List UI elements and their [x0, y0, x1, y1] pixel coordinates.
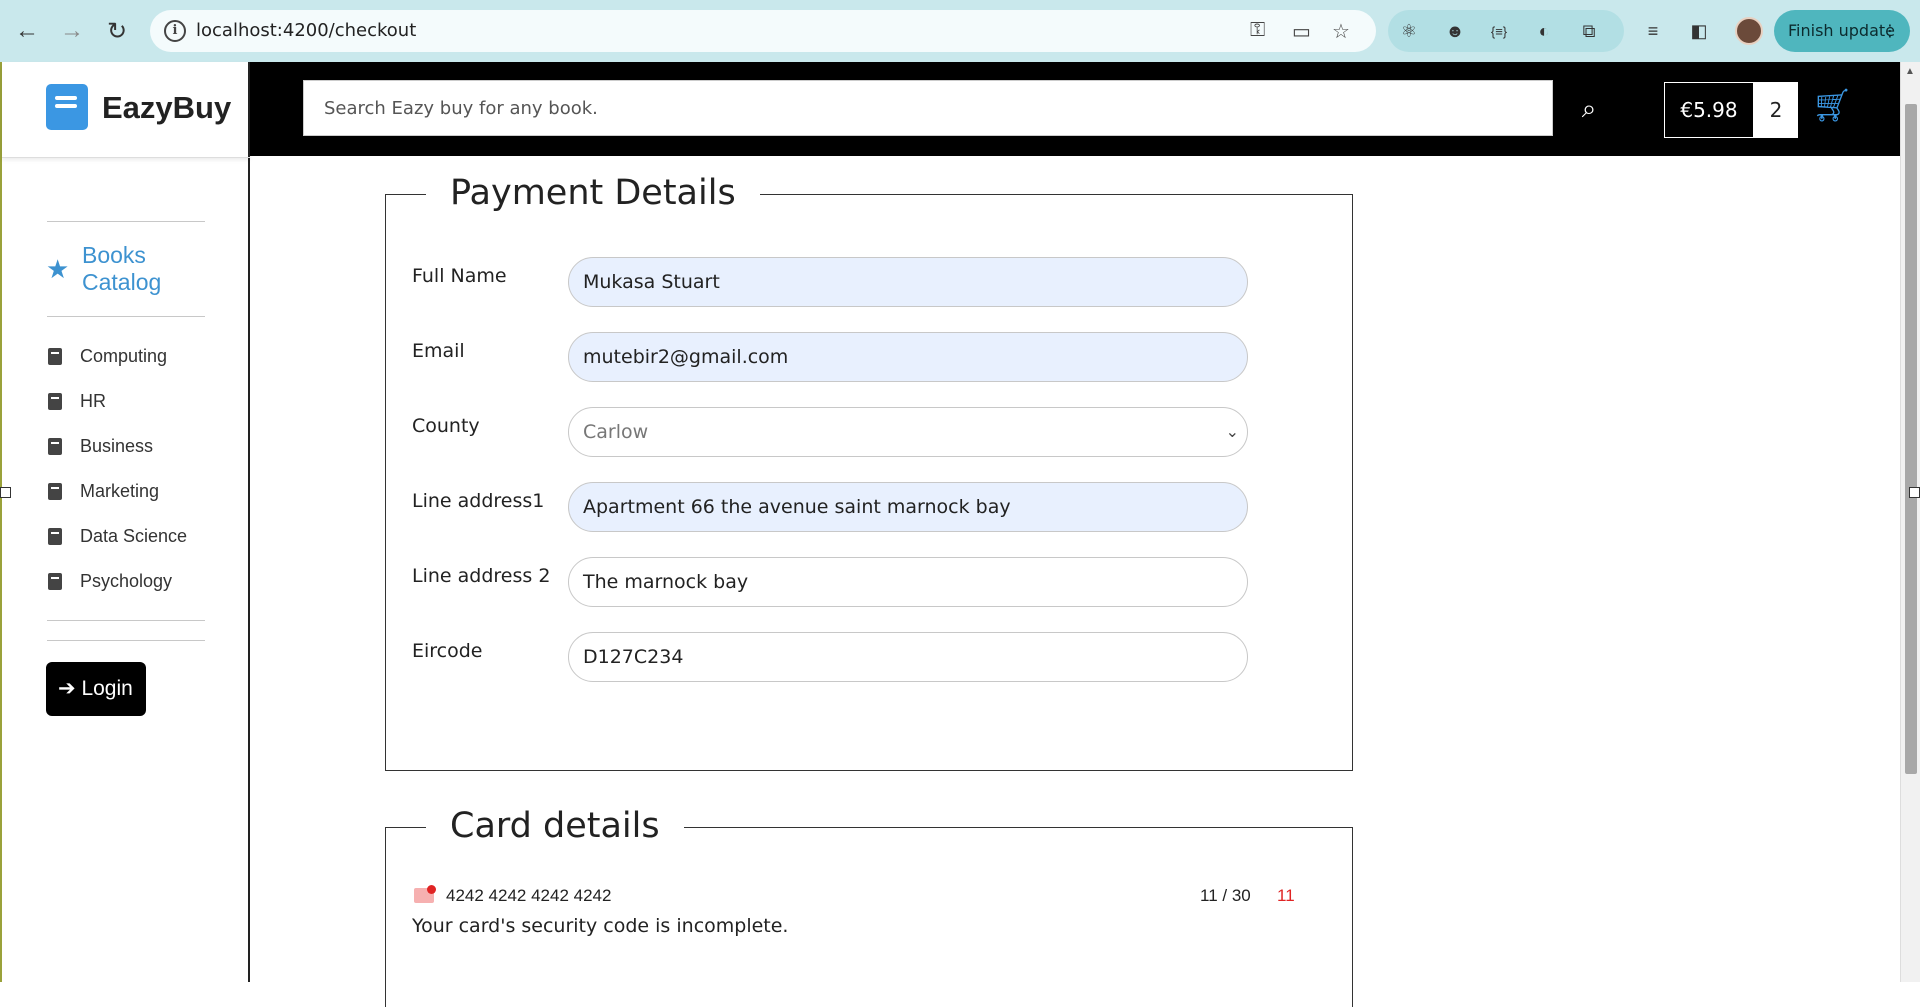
book-icon	[48, 393, 62, 410]
top-navbar: Search Eazy buy for any book. ⌕ €5.98 2 …	[250, 62, 1900, 156]
divider	[47, 640, 205, 641]
category-label: Computing	[80, 346, 168, 366]
eircode-label: Eircode	[412, 640, 483, 662]
search-input[interactable]: Search Eazy buy for any book.	[303, 80, 1553, 136]
card-details-fieldset: Card details 4242 4242 4242 4242 11 / 30…	[385, 806, 1353, 1007]
divider	[47, 620, 205, 621]
line-address2-row: Line address 2 The marnock bay	[412, 557, 1252, 609]
book-icon	[48, 438, 62, 455]
chevron-down-icon: ⌄	[1225, 422, 1239, 441]
shopping-cart-icon[interactable]: 🛒︎	[1812, 86, 1853, 126]
colorzilla-icon[interactable]: ◐	[1531, 18, 1557, 44]
browser-toolbar: ← → ↻ i localhost:4200/checkout ⚿ ▭ ☆ ⚛ …	[0, 0, 1920, 62]
extensions-puzzle-icon[interactable]: ⧉	[1576, 18, 1602, 44]
line-address2-field[interactable]: The marnock bay	[568, 557, 1248, 607]
book-icon	[48, 573, 62, 590]
eircode-row: Eircode D127C234	[412, 632, 1252, 684]
category-label: Business	[80, 436, 154, 456]
sign-in-icon: ➔	[58, 677, 76, 700]
star-icon: ★	[46, 254, 70, 284]
email-label: Email	[412, 340, 465, 362]
key-icon[interactable]: ⚿	[1250, 19, 1265, 42]
login-label: Login	[81, 677, 133, 700]
panda-extension-icon[interactable]: ☻	[1442, 18, 1468, 44]
category-label: HR	[80, 391, 106, 411]
book-icon	[48, 483, 62, 500]
payment-details-title: Payment Details	[426, 173, 760, 213]
url-text: localhost:4200/checkout	[196, 20, 417, 41]
forward-icon[interactable]: →	[55, 14, 89, 48]
json-extension-icon[interactable]: {≡}	[1486, 18, 1512, 44]
cart-total: €5.98	[1664, 82, 1754, 138]
card-details-title: Card details	[426, 806, 684, 846]
email-row: Email mutebir2@gmail.com	[412, 332, 1252, 384]
profile-avatar[interactable]	[1735, 17, 1763, 45]
more-menu-icon: ⋮	[1882, 21, 1898, 40]
book-logo-icon	[46, 84, 88, 130]
county-row: County Carlow ⌄	[412, 407, 1252, 459]
finish-update-label: Finish update	[1788, 21, 1896, 40]
scrollbar-thumb[interactable]	[1905, 104, 1917, 774]
county-selected-value: Carlow	[583, 421, 649, 443]
finish-update-button[interactable]: Finish update ⋮	[1774, 10, 1910, 52]
address-bar[interactable]: i localhost:4200/checkout ⚿ ▭ ☆	[150, 10, 1376, 52]
reload-icon[interactable]: ↻	[100, 14, 134, 48]
card-number-field[interactable]: 4242 4242 4242 4242	[446, 886, 611, 906]
media-queue-icon[interactable]: ≡	[1640, 18, 1666, 44]
category-label: Marketing	[80, 481, 160, 501]
resize-handle[interactable]	[0, 487, 11, 498]
book-icon	[48, 528, 62, 545]
resize-handle[interactable]	[1909, 487, 1920, 498]
cart-count: 2	[1754, 82, 1798, 138]
category-label: Data Science	[80, 526, 188, 546]
card-cvc-field[interactable]: 11	[1277, 886, 1295, 906]
email-field[interactable]: mutebir2@gmail.com	[568, 332, 1248, 382]
site-info-icon[interactable]: i	[164, 20, 186, 42]
bookmark-star-icon[interactable]: ☆	[1332, 19, 1350, 44]
full-name-label: Full Name	[412, 265, 507, 287]
line-address1-label: Line address1	[412, 490, 545, 512]
card-element[interactable]: 4242 4242 4242 4242 11 / 30 11	[412, 885, 1312, 910]
page-scrollbar[interactable]: ▲	[1900, 62, 1920, 982]
category-label: Psychology	[80, 571, 173, 591]
line-address1-field[interactable]: Apartment 66 the avenue saint marnock ba…	[568, 482, 1248, 532]
county-select[interactable]: Carlow ⌄	[568, 407, 1248, 457]
catalog-title: Books Catalog	[82, 242, 162, 295]
card-error-icon	[414, 885, 436, 903]
full-name-row: Full Name Mukasa Stuart	[412, 257, 1252, 309]
eircode-field[interactable]: D127C234	[568, 632, 1248, 682]
divider	[47, 316, 205, 317]
scroll-up-icon[interactable]: ▲	[1905, 66, 1915, 77]
brand-name: EazyBuy	[102, 90, 232, 125]
search-icon[interactable]: ⌕	[1568, 88, 1610, 128]
back-icon[interactable]: ←	[10, 14, 44, 48]
login-button[interactable]: ➔ Login	[46, 662, 146, 716]
divider	[47, 221, 205, 222]
line-address2-label: Line address 2	[412, 565, 551, 587]
sidebar: EazyBuy ★ Books Catalog Computing HR Bus…	[0, 62, 250, 982]
side-panel-icon[interactable]: ◧	[1686, 18, 1712, 44]
book-icon	[48, 348, 62, 365]
card-error-message: Your card's security code is incomplete.	[412, 915, 789, 937]
card-expiry-field[interactable]: 11 / 30	[1200, 886, 1251, 906]
payment-details-fieldset: Payment Details Full Name Mukasa Stuart …	[385, 173, 1353, 771]
card-icon[interactable]: ▭	[1292, 19, 1311, 44]
line-address1-row: Line address1 Apartment 66 the avenue sa…	[412, 482, 1252, 534]
county-label: County	[412, 415, 480, 437]
react-devtools-icon[interactable]: ⚛	[1396, 18, 1422, 44]
full-name-field[interactable]: Mukasa Stuart	[568, 257, 1248, 307]
brand[interactable]: EazyBuy	[2, 62, 250, 158]
